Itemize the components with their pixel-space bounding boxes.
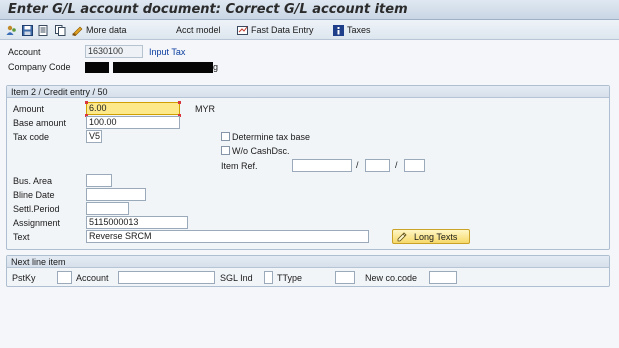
item-group: Item 2 / Credit entry / 50 Amount 6.00 M… [6,85,610,250]
fast-entry-icon [237,25,248,36]
text-input[interactable]: Reverse SRCM [86,230,369,243]
application-toolbar: More data Acct model Fast Data Entry Tax… [0,20,619,40]
bus-area-label: Bus. Area [13,176,53,186]
copy-icon [55,24,66,36]
toolbar-fast-data-entry-button[interactable]: Fast Data Entry [237,23,314,37]
tax-code-label: Tax code [13,132,50,142]
item-group-header: Item 2 / Credit entry / 50 [7,86,609,98]
long-texts-button[interactable]: Long Texts [392,229,470,244]
long-texts-label: Long Texts [414,231,458,242]
person-icon [6,25,17,36]
toolbar-save-button[interactable] [22,23,33,37]
amount-input-corner [178,101,181,104]
tax-code-input[interactable]: V5 [86,130,102,143]
toolbar-acct-model-button[interactable]: Acct model [176,23,221,37]
assignment-input[interactable]: 5115000013 [86,216,188,229]
document-icon [38,24,49,36]
item-ref-input-1[interactable] [292,159,352,172]
pstky-input[interactable] [57,271,72,284]
company-code-redaction [85,62,109,73]
acct-model-label: Acct model [176,25,221,35]
item-ref-separator: / [356,160,359,170]
base-amount-label: Base amount [13,118,67,128]
determine-tax-base-label: Determine tax base [232,132,311,142]
new-co-code-input[interactable] [429,271,457,284]
bline-date-input[interactable] [86,188,146,201]
base-amount-input[interactable]: 100.00 [86,116,180,129]
next-account-label: Account [76,273,109,283]
account-label: Account [8,47,41,57]
more-data-label: More data [86,25,127,35]
sgl-ind-input[interactable] [264,271,273,284]
amount-input-corner [85,101,88,104]
window-title: Enter G/L account document: Correct G/L … [8,2,408,17]
account-description: Input Tax [149,47,186,57]
toolbar-document-button[interactable] [38,23,49,37]
item-ref-separator: / [395,160,398,170]
toolbar-person-button[interactable] [6,23,17,37]
item-ref-input-3[interactable] [404,159,425,172]
settl-period-label: Settl.Period [13,204,60,214]
next-line-item-group: Next line item PstKy Account SGL Ind TTy… [6,255,610,287]
item-ref-input-2[interactable] [365,159,390,172]
pencil-icon [397,231,408,242]
sgl-ind-label: SGL Ind [220,273,253,283]
main-content: Account 1630100 Input Tax Company Code g… [0,41,619,348]
fast-data-entry-label: Fast Data Entry [251,25,314,35]
text-label: Text [13,232,30,242]
pstky-label: PstKy [12,273,36,283]
bline-date-label: Bline Date [13,190,55,200]
company-code-suffix: g [213,62,219,72]
new-co-code-label: New co.code [365,273,418,283]
currency-label: MYR [195,104,215,114]
wo-cashdsc-checkbox[interactable] [221,146,230,155]
amount-label: Amount [13,104,45,114]
amount-input[interactable]: 6.00 [86,102,180,115]
toolbar-more-data-button[interactable]: More data [72,23,127,37]
item-ref-label: Item Ref. [221,161,258,171]
next-account-input[interactable] [118,271,215,284]
ttype-input[interactable] [335,271,355,284]
toolbar-taxes-button[interactable]: Taxes [333,23,371,37]
more-data-icon [72,25,83,36]
next-line-item-header: Next line item [7,256,609,268]
info-icon [333,24,344,36]
ttype-label: TType [277,273,303,283]
determine-tax-base-checkbox[interactable] [221,132,230,141]
title-bar: Enter G/L account document: Correct G/L … [0,0,619,20]
bus-area-input[interactable] [86,174,112,187]
assignment-label: Assignment [13,218,61,228]
toolbar-copy-button[interactable] [55,23,66,37]
wo-cashdsc-label: W/o CashDsc. [232,146,290,156]
save-icon [22,24,33,36]
company-name-redaction [113,62,213,73]
taxes-label: Taxes [347,25,371,35]
account-field[interactable]: 1630100 [85,45,143,58]
settl-period-input[interactable] [86,202,129,215]
company-code-label: Company Code [8,62,71,72]
